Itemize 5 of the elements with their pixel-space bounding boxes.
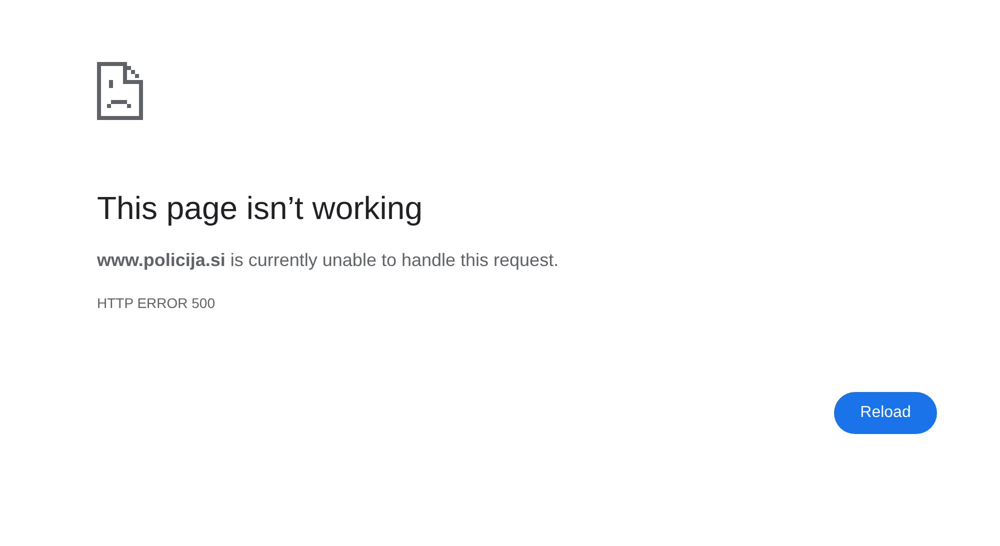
error-code: HTTP ERROR 500 [97,294,216,312]
reload-button[interactable]: Reload [834,392,937,434]
page-title: This page isn’t working [97,189,424,228]
error-message: www.policija.si is currently unable to handle this request. [97,249,560,272]
sad-document-icon [97,62,143,120]
